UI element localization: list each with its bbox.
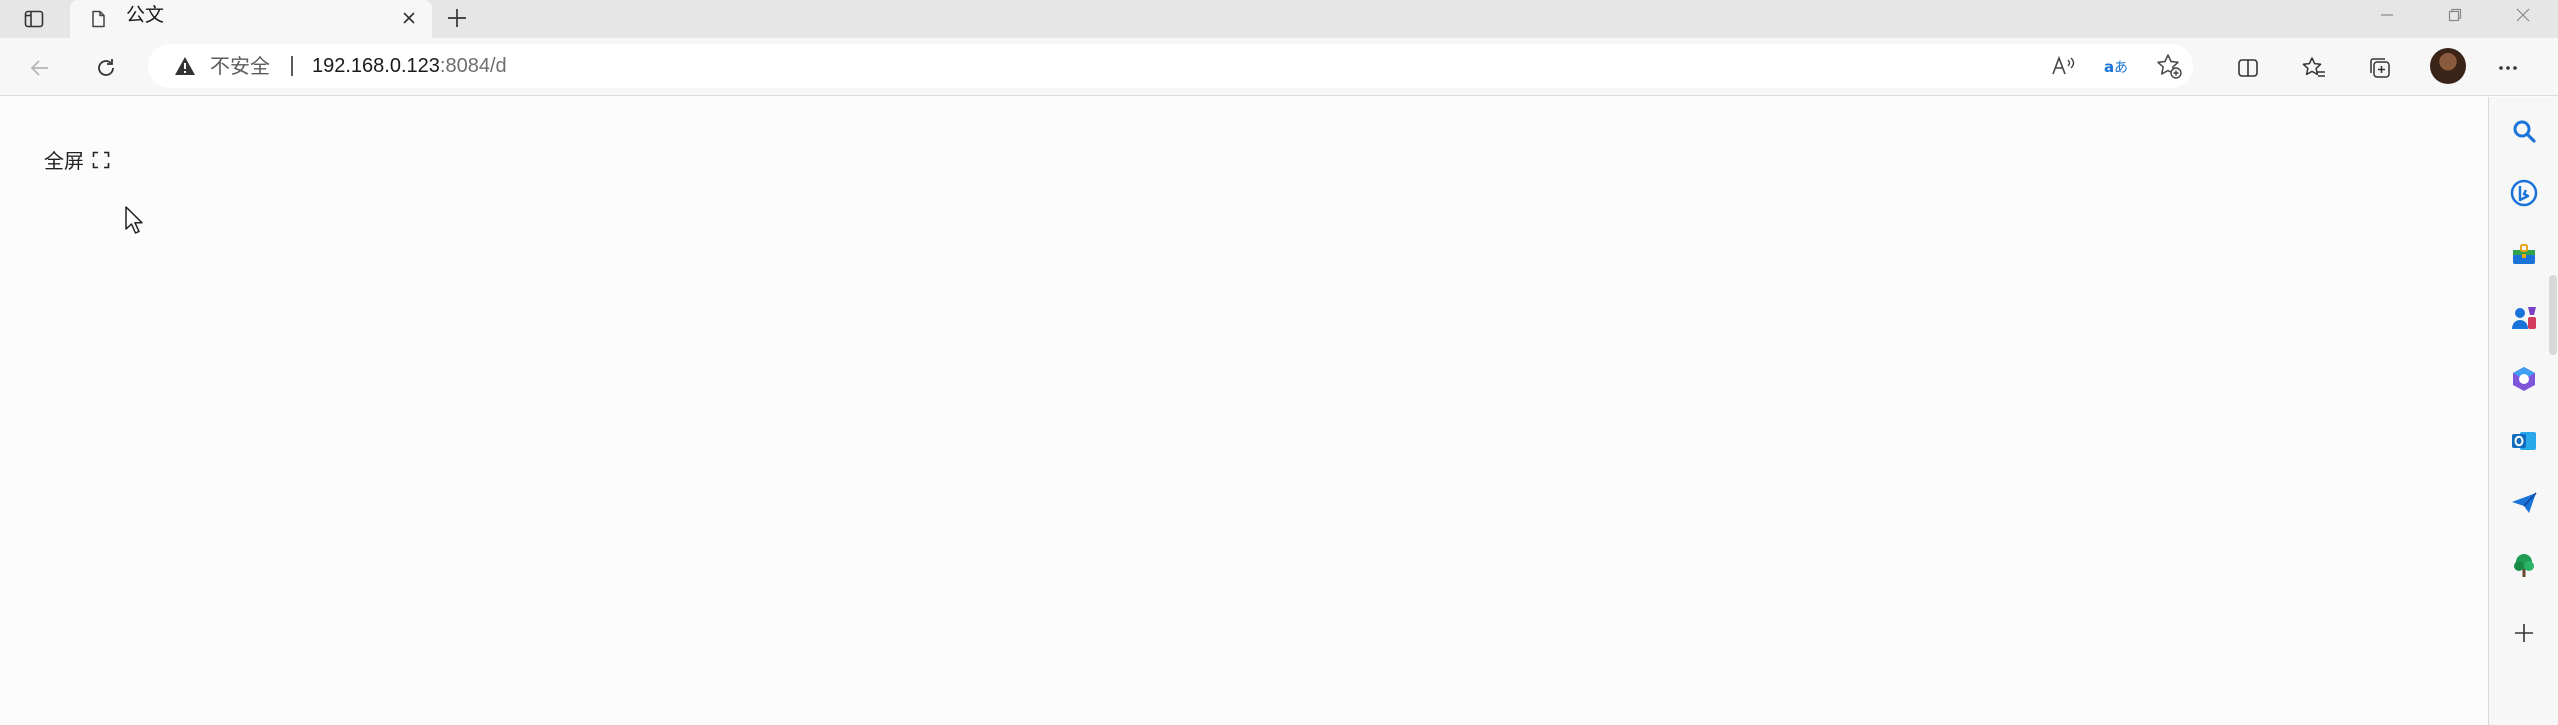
document-icon (92, 10, 105, 28)
games-icon (2512, 307, 2536, 329)
url-host: 192.168.0.123 (312, 55, 440, 77)
new-tab-button[interactable] (440, 1, 474, 35)
mouse-cursor-icon (125, 206, 143, 234)
tree-icon (2514, 554, 2534, 577)
more-icon (2499, 66, 2517, 70)
outlook-icon (2512, 432, 2536, 450)
split-screen-button[interactable] (2230, 50, 2266, 86)
more-button[interactable] (2490, 50, 2526, 86)
add-icon (2515, 624, 2533, 642)
address-bar[interactable]: 不安全 192.168.0.123:8084/d a あ (148, 44, 2193, 88)
microsoft365-icon (2513, 367, 2535, 391)
restore-icon (2448, 8, 2462, 22)
sidebar-send-button[interactable] (2506, 485, 2542, 521)
fullscreen-label: 全屏 (44, 149, 84, 173)
browser-tab[interactable]: 公文 (70, 0, 432, 38)
bing-chat-icon (2510, 179, 2538, 207)
tab-actions-button[interactable] (14, 0, 54, 38)
favorites-icon (2302, 57, 2325, 77)
sidebar-tree-button[interactable] (2506, 547, 2542, 583)
sidebar-scrollbar[interactable] (2549, 275, 2557, 355)
address-separator (291, 56, 293, 76)
edge-sidebar (2488, 97, 2558, 725)
profile-avatar[interactable] (2430, 48, 2466, 84)
collections-icon (2370, 58, 2390, 78)
tab-actions-icon (24, 10, 44, 28)
warning-icon[interactable] (174, 56, 196, 76)
close-icon (403, 12, 415, 24)
favorite-add-icon (2157, 54, 2182, 79)
restore-button[interactable] (2426, 0, 2484, 30)
minimize-icon (2381, 14, 2393, 16)
add-favorite-button[interactable] (2154, 51, 2184, 81)
browser-toolbar: 不安全 192.168.0.123:8084/d a あ (0, 38, 2558, 96)
arrow-left-icon (30, 60, 48, 76)
shopping-icon (2513, 244, 2535, 264)
sidebar-outlook-button[interactable] (2506, 423, 2542, 459)
favorites-button[interactable] (2296, 50, 2332, 86)
search-icon (2513, 120, 2536, 143)
sidebar-microsoft365-button[interactable] (2506, 361, 2542, 397)
tab-close-button[interactable] (396, 5, 422, 31)
tab-strip: 公文 (0, 0, 2558, 38)
tab-title: 公文 (126, 4, 165, 26)
read-aloud-icon (2052, 55, 2075, 75)
window-close-button[interactable] (2494, 0, 2552, 30)
fullscreen-button[interactable]: 全屏 (44, 145, 110, 174)
plus-icon (448, 9, 466, 27)
send-icon (2512, 492, 2537, 513)
translate-button[interactable]: a あ (2102, 51, 2132, 81)
collections-button[interactable] (2362, 50, 2398, 86)
split-screen-icon (2238, 59, 2258, 77)
page-content: 全屏 (0, 97, 2488, 725)
translate-icon: a あ (2104, 58, 2128, 76)
security-status-text[interactable]: 不安全 (210, 44, 270, 88)
minimize-button[interactable] (2358, 0, 2416, 30)
svg-text:a: a (2104, 58, 2114, 76)
refresh-icon (98, 59, 114, 76)
sidebar-add-button[interactable] (2506, 615, 2542, 651)
url-path: :8084/d (439, 55, 507, 77)
back-button[interactable] (22, 50, 58, 86)
sidebar-bing-chat-button[interactable] (2506, 175, 2542, 211)
sidebar-search-button[interactable] (2506, 113, 2542, 149)
svg-text:あ: あ (2114, 60, 2128, 76)
fullscreen-icon (92, 151, 110, 168)
read-aloud-button[interactable] (2048, 51, 2078, 81)
close-icon (2516, 8, 2530, 22)
url-text[interactable]: 192.168.0.123:8084/d (312, 44, 507, 88)
refresh-button[interactable] (88, 50, 124, 86)
sidebar-games-button[interactable] (2506, 299, 2542, 335)
sidebar-shopping-button[interactable] (2506, 237, 2542, 273)
